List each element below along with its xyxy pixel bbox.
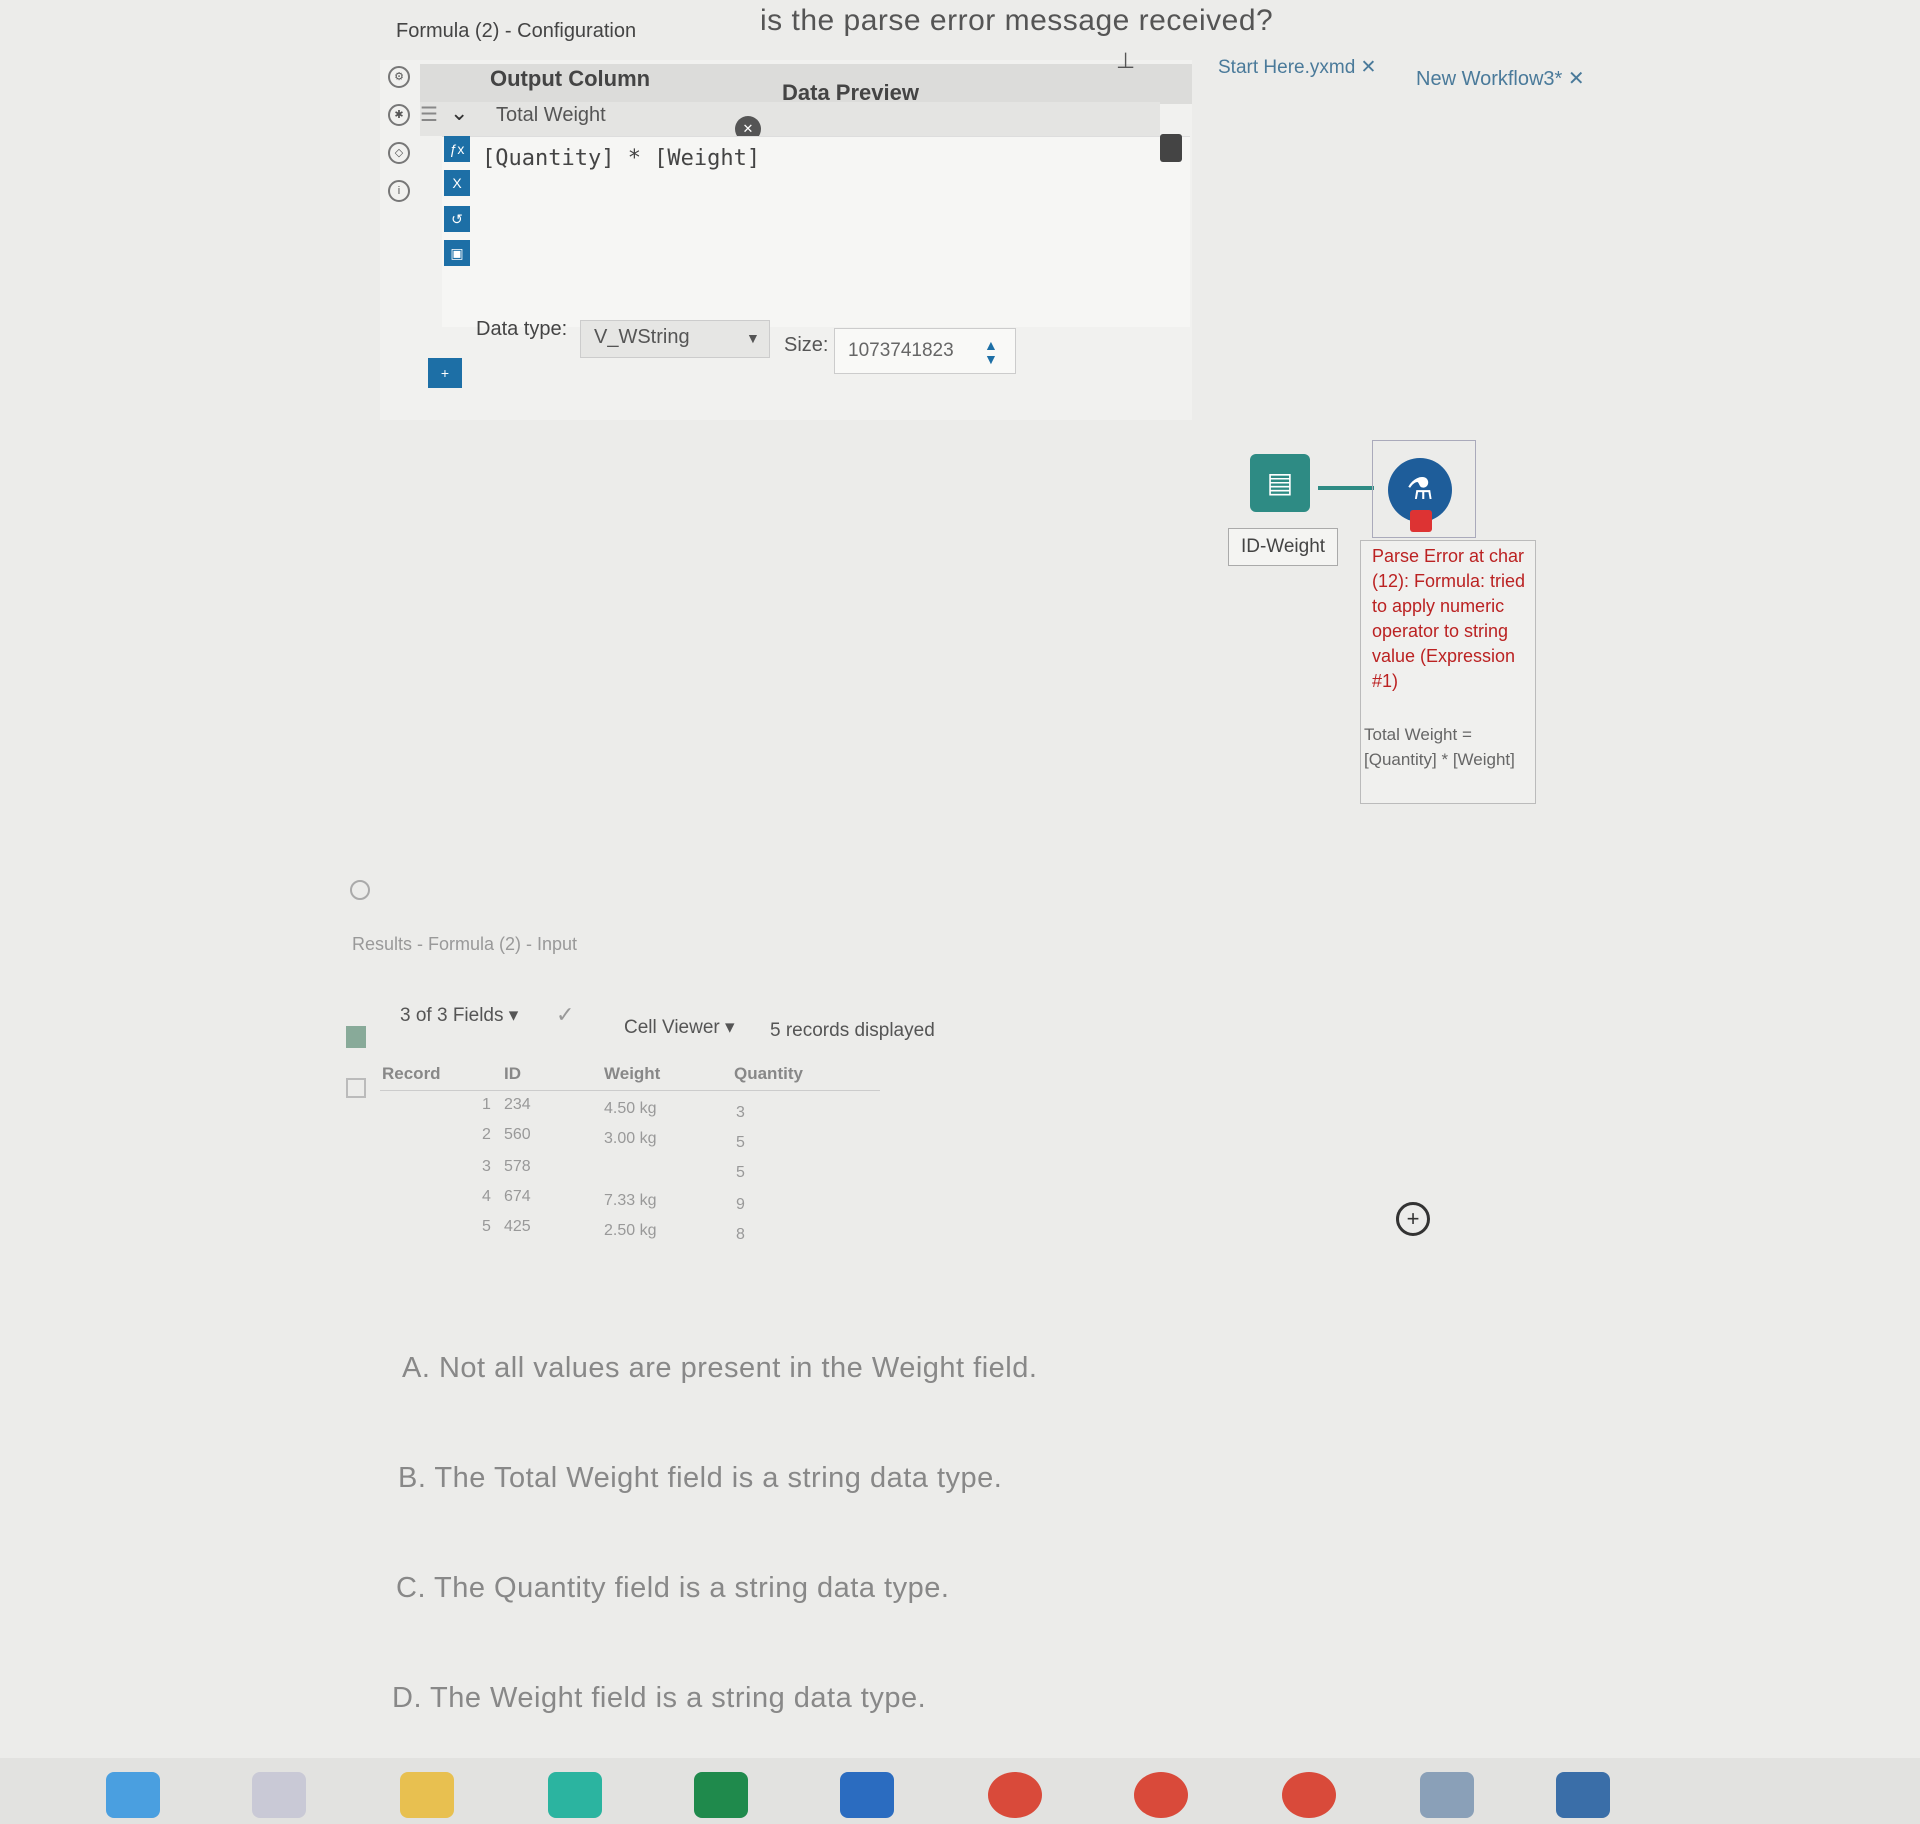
zoom-in-icon[interactable]: + <box>1396 1202 1430 1236</box>
expression-text[interactable]: [Quantity] * [Weight] <box>482 146 760 171</box>
cell-record[interactable]: 4 <box>482 1188 491 1206</box>
cell-viewer-toggle[interactable]: Cell Viewer ▾ <box>624 1016 735 1039</box>
drag-handle-icon[interactable]: ☰ <box>420 102 438 127</box>
records-count: 5 records displayed <box>770 1020 935 1041</box>
add-expression-button[interactable]: + <box>428 358 462 388</box>
tab-new-workflow[interactable]: New Workflow3* ✕ <box>1416 66 1585 91</box>
tab-label: Start Here.yxmd <box>1218 57 1356 78</box>
tab-start-here[interactable]: Start Here.yxmd ✕ <box>1218 56 1376 79</box>
column-header-id[interactable]: ID <box>504 1064 521 1084</box>
settings-icon[interactable]: ⚙ <box>388 66 410 88</box>
answer-b[interactable]: B. The Total Weight field is a string da… <box>398 1462 1002 1495</box>
check-icon[interactable]: ✓ <box>556 1002 574 1028</box>
cell-quantity[interactable]: 5 <box>736 1164 745 1182</box>
folder-icon[interactable] <box>400 1772 454 1818</box>
app-icon[interactable] <box>252 1772 306 1818</box>
cell-quantity[interactable]: 9 <box>736 1196 745 1214</box>
chrome-icon[interactable] <box>1282 1772 1336 1818</box>
cell-weight[interactable]: 2.50 kg <box>604 1222 656 1240</box>
cell-weight[interactable]: 4.50 kg <box>604 1100 656 1118</box>
results-title: Results - Formula (2) - Input <box>352 934 578 954</box>
answer-a[interactable]: A. Not all values are present in the Wei… <box>402 1352 1037 1385</box>
spinner-icon[interactable]: ▲ ▼ <box>984 338 998 366</box>
gear-icon[interactable] <box>350 880 370 900</box>
fields-selector[interactable]: 3 of 3 Fields ▾ <box>400 1004 518 1027</box>
size-label: Size: <box>784 334 829 356</box>
history-icon[interactable]: ↺ <box>444 206 470 232</box>
cell-record[interactable]: 2 <box>482 1126 491 1144</box>
save-icon[interactable]: ▣ <box>444 240 470 266</box>
app-icon[interactable] <box>1420 1772 1474 1818</box>
size-value[interactable]: 1073741823 <box>848 340 954 362</box>
variables-icon[interactable]: X <box>444 170 470 196</box>
fields-label: 3 of 3 Fields <box>400 1005 504 1026</box>
chrome-icon[interactable] <box>1134 1772 1188 1818</box>
metadata-icon[interactable] <box>346 1078 366 1098</box>
cell-quantity[interactable]: 3 <box>736 1104 745 1122</box>
chevron-down-icon[interactable]: ⌄ <box>450 100 468 126</box>
cell-record[interactable]: 3 <box>482 1158 491 1176</box>
table-divider <box>380 1090 880 1091</box>
input-data-tool-icon[interactable]: ▤ <box>1250 454 1310 512</box>
answer-c[interactable]: C. The Quantity field is a string data t… <box>396 1572 949 1605</box>
info-icon[interactable]: i <box>388 180 410 202</box>
column-header-quantity[interactable]: Quantity <box>734 1064 803 1084</box>
cell-id[interactable]: 560 <box>504 1126 531 1144</box>
answer-d[interactable]: D. The Weight field is a string data typ… <box>392 1682 926 1715</box>
config-title: Formula (2) - Configuration <box>396 20 637 42</box>
cell-record[interactable]: 5 <box>482 1218 491 1236</box>
edit-icon[interactable]: ◇ <box>388 142 410 164</box>
cell-viewer-label: Cell Viewer <box>624 1017 720 1038</box>
cell-weight[interactable]: 7.33 kg <box>604 1192 656 1210</box>
question-text: is the parse error message received? <box>760 4 1274 37</box>
cell-quantity[interactable]: 5 <box>736 1134 745 1152</box>
column-header-weight[interactable]: Weight <box>604 1064 660 1084</box>
edge-icon[interactable] <box>548 1772 602 1818</box>
pin-icon[interactable]: ⊥ <box>1116 48 1135 74</box>
app-icon[interactable] <box>1556 1772 1610 1818</box>
table-view-icon[interactable] <box>346 1026 366 1048</box>
cell-id[interactable]: 578 <box>504 1158 531 1176</box>
dropdown-caret-icon[interactable]: ▼ <box>746 330 760 346</box>
chrome-icon[interactable] <box>988 1772 1042 1818</box>
word-icon[interactable] <box>840 1772 894 1818</box>
input-tool-label: ID-Weight <box>1228 528 1338 566</box>
formula-summary: Total Weight = [Quantity] * [Weight] <box>1364 725 1515 769</box>
parse-error-message: Parse Error at char (12): Formula: tried… <box>1372 546 1526 691</box>
tab-label: New Workflow3* <box>1416 68 1563 90</box>
function-icon[interactable]: ƒx <box>444 136 470 162</box>
app-icon[interactable] <box>106 1772 160 1818</box>
excel-icon[interactable] <box>694 1772 748 1818</box>
output-column-value[interactable]: Total Weight <box>496 104 606 127</box>
cell-quantity[interactable]: 8 <box>736 1226 745 1244</box>
error-badge-icon <box>1410 510 1432 532</box>
data-type-value[interactable]: V_WString <box>594 326 690 349</box>
cell-id[interactable]: 234 <box>504 1096 531 1114</box>
cell-weight[interactable]: 3.00 kg <box>604 1130 656 1148</box>
column-header-record[interactable]: Record <box>382 1064 441 1084</box>
cell-id[interactable]: 425 <box>504 1218 531 1236</box>
tag-icon[interactable]: ✱ <box>388 104 410 126</box>
data-type-label: Data type: <box>476 318 568 340</box>
output-column-header: Output Column <box>490 66 651 91</box>
cell-id[interactable]: 674 <box>504 1188 531 1206</box>
trash-icon[interactable] <box>1160 134 1182 162</box>
tool-connector <box>1318 486 1374 490</box>
cell-record[interactable]: 1 <box>482 1096 491 1114</box>
